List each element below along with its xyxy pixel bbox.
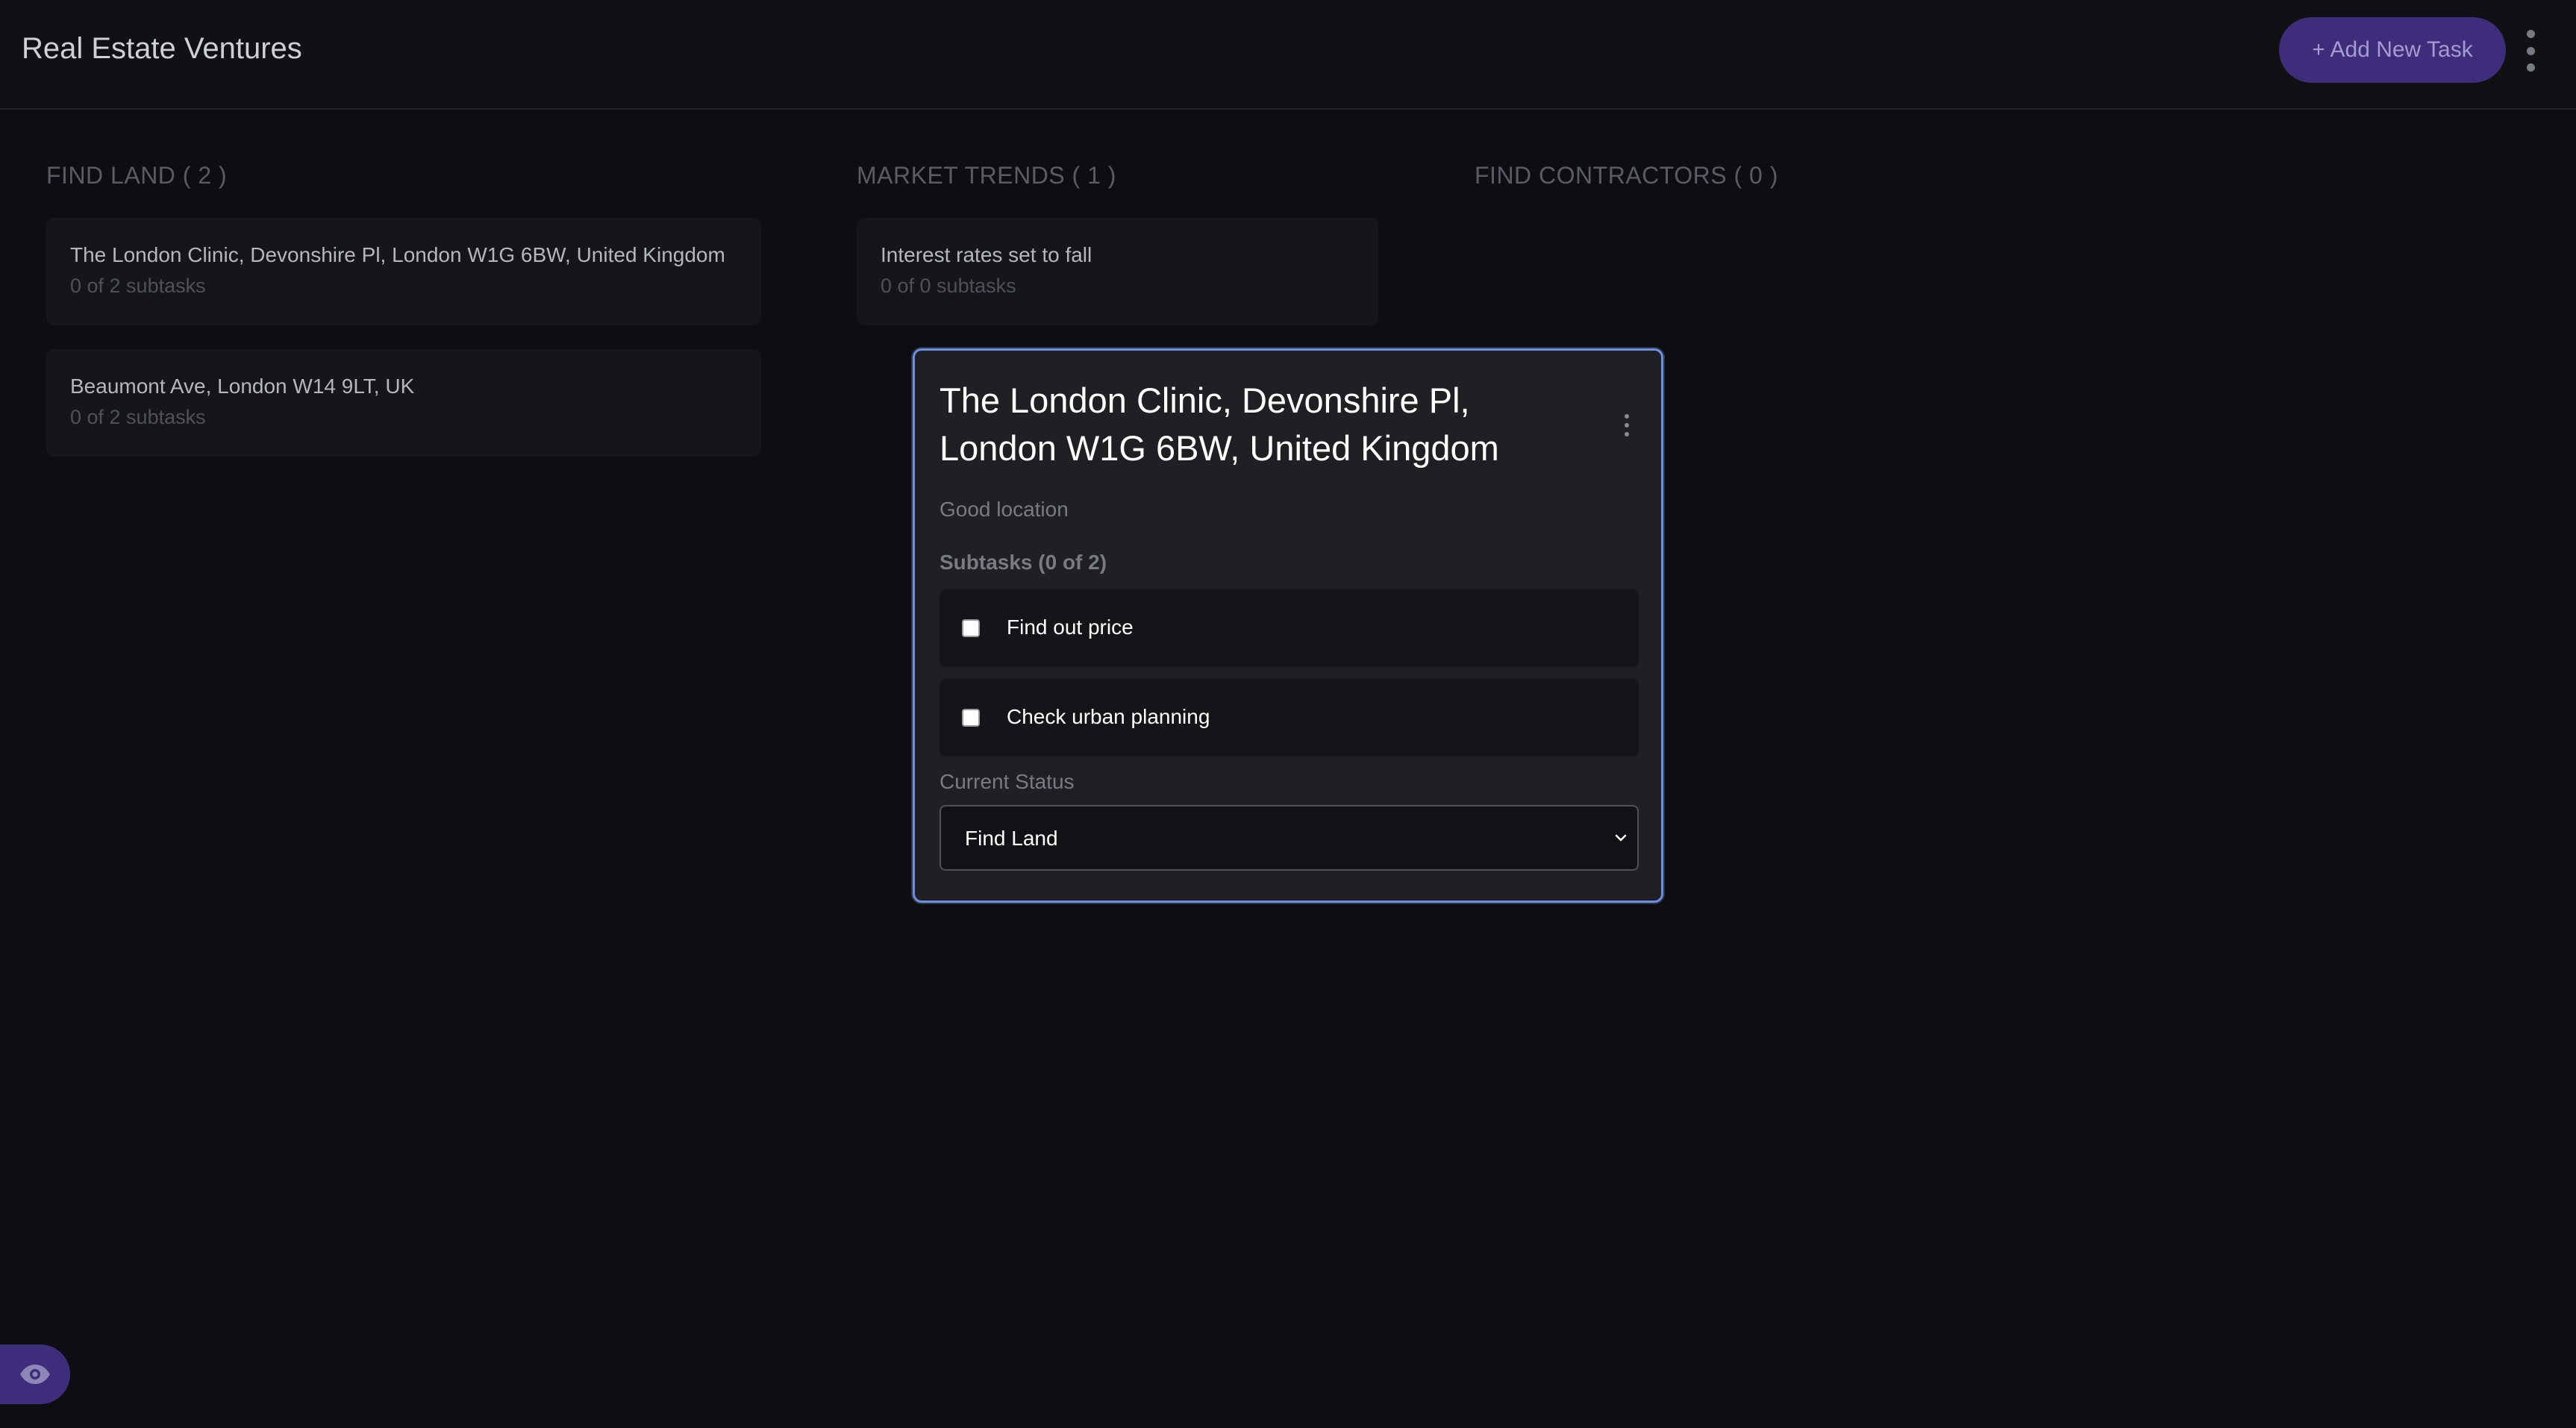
subtask-label: Check urban planning	[1007, 705, 1210, 728]
status-select[interactable]: Find Land	[940, 805, 1639, 871]
subtasks-heading: Subtasks (0 of 2)	[940, 551, 1107, 574]
top-header: Real Estate Ventures + Add New Task	[0, 0, 2576, 110]
modal-title: The London Clinic, Devonshire Pl, London…	[940, 381, 1499, 468]
task-card-title: The London Clinic, Devonshire Pl, London…	[70, 243, 725, 266]
task-description: Good location	[940, 498, 1069, 521]
subtask-item[interactable]: Check urban planning	[940, 679, 1639, 757]
task-card-subtasks: 0 of 0 subtasks	[881, 275, 1016, 297]
task-detail-modal: The London Clinic, Devonshire Pl, London…	[913, 348, 1663, 903]
task-card-subtasks: 0 of 2 subtasks	[70, 275, 206, 297]
subtask-item[interactable]: Find out price	[940, 589, 1639, 667]
vertical-ellipsis-icon[interactable]	[2519, 30, 2542, 72]
column-title: FIND LAND ( 2 )	[46, 162, 228, 189]
subtask-checkbox[interactable]	[962, 709, 980, 727]
task-card-title: Interest rates set to fall	[881, 243, 1092, 266]
board-title: Real Estate Ventures	[22, 32, 302, 65]
modal-ellipsis-icon[interactable]	[1619, 414, 1634, 436]
status-select-value: Find Land	[965, 827, 1058, 850]
task-card[interactable]: Interest rates set to fall 0 of 0 subtas…	[857, 218, 1378, 325]
status-label: Current Status	[940, 770, 1075, 793]
task-card-title: Beaumont Ave, London W14 9LT, UK	[70, 375, 415, 398]
column-title: FIND CONTRACTORS ( 0 )	[1475, 162, 1778, 189]
task-card[interactable]: Beaumont Ave, London W14 9LT, UK 0 of 2 …	[46, 349, 761, 457]
subtask-checkbox[interactable]	[962, 619, 980, 637]
show-sidebar-button[interactable]	[0, 1344, 70, 1404]
add-new-task-button[interactable]: + Add New Task	[2279, 17, 2506, 83]
task-card[interactable]: The London Clinic, Devonshire Pl, London…	[46, 218, 761, 325]
chevron-down-icon	[1615, 834, 1627, 842]
column-title: MARKET TRENDS ( 1 )	[857, 162, 1116, 189]
subtask-label: Find out price	[1007, 616, 1134, 639]
eye-icon	[20, 1365, 50, 1384]
task-card-subtasks: 0 of 2 subtasks	[70, 406, 206, 428]
